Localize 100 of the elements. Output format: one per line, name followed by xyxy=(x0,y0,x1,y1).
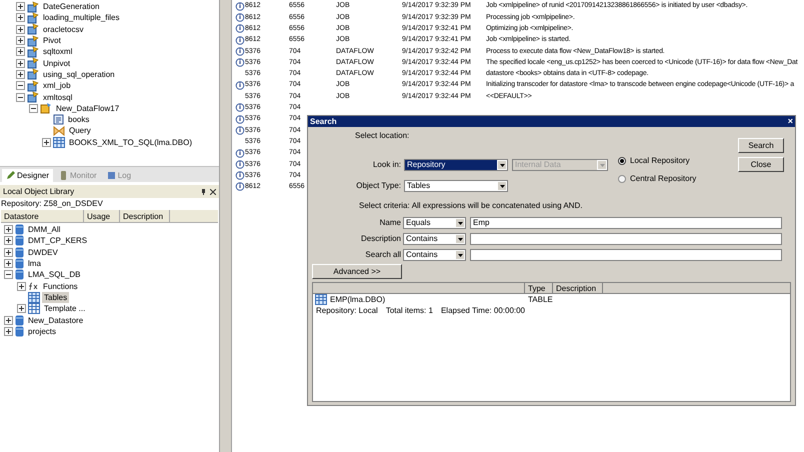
expand-toggle[interactable] xyxy=(17,282,26,291)
input-field[interactable] xyxy=(470,233,782,245)
column-header[interactable]: Description xyxy=(553,283,603,293)
tree-item[interactable]: books xyxy=(66,114,92,126)
expand-toggle[interactable] xyxy=(16,2,25,12)
tree-item[interactable]: using_sql_operation xyxy=(41,68,117,80)
tab-label: Designer xyxy=(17,170,50,182)
database-icon xyxy=(15,258,24,270)
plus-icon xyxy=(43,138,50,146)
radio-button[interactable] xyxy=(618,175,626,183)
tab[interactable]: Designer xyxy=(2,169,54,182)
pencil-icon xyxy=(6,171,15,180)
job-icon xyxy=(27,91,39,104)
section-label: Select criteria: xyxy=(359,200,410,212)
database-icon xyxy=(15,314,24,326)
tree-item[interactable]: oracletocsv xyxy=(41,24,86,35)
tree-item[interactable]: xml_job xyxy=(41,80,73,92)
tree-item[interactable]: New_Datastore xyxy=(26,314,86,326)
expand-toggle[interactable] xyxy=(16,24,25,34)
tree-item[interactable]: DateGeneration xyxy=(41,1,102,12)
job-icon xyxy=(27,46,39,58)
tree-item[interactable]: Query xyxy=(67,125,93,136)
query-icon xyxy=(53,126,65,136)
tree-item[interactable]: New_DataFlow17 xyxy=(54,102,122,114)
job-icon xyxy=(27,12,39,24)
column-header[interactable]: Type xyxy=(525,283,553,293)
plus-icon xyxy=(5,328,12,335)
result-type: TABLE xyxy=(527,294,553,306)
tree-item[interactable]: Tables xyxy=(42,292,70,303)
expand-toggle[interactable] xyxy=(4,248,13,257)
plus-icon xyxy=(17,26,24,33)
tree-item[interactable]: loading_multiple_files xyxy=(41,12,122,24)
expand-toggle[interactable] xyxy=(16,70,25,79)
dropdown[interactable]: Equals xyxy=(403,217,466,229)
database-icon xyxy=(15,326,24,337)
column-header[interactable]: Datastore xyxy=(1,210,84,222)
plus-icon xyxy=(5,248,12,256)
close-icon[interactable] xyxy=(210,188,216,194)
expand-toggle[interactable] xyxy=(42,138,51,147)
plus-icon xyxy=(18,305,25,312)
expand-toggle[interactable] xyxy=(16,13,25,22)
tree-item[interactable]: projects xyxy=(26,326,58,337)
table-icon xyxy=(53,136,65,148)
database-icon xyxy=(15,269,24,280)
advanced-button[interactable]: Advanced >> xyxy=(312,264,402,279)
table-icon xyxy=(28,292,40,303)
dialog-button[interactable]: Search xyxy=(738,138,784,153)
expand-toggle[interactable] xyxy=(16,36,25,46)
close-button[interactable]: × xyxy=(788,117,793,126)
dropdown[interactable]: Contains xyxy=(403,249,466,261)
tree-item[interactable]: Pivot xyxy=(41,35,63,46)
database-icon xyxy=(15,235,24,246)
field-label: Look in: xyxy=(372,159,402,171)
plus-icon xyxy=(5,226,12,234)
tree-item[interactable]: DMM_All xyxy=(26,224,62,236)
pin-icon[interactable] xyxy=(201,188,206,194)
dropdown[interactable]: Tables xyxy=(404,180,508,192)
radio-label: Local Repository xyxy=(630,155,690,167)
tree-item[interactable]: DWDEV xyxy=(26,246,60,258)
status-text: Repository: Local xyxy=(316,305,378,316)
tab-label: Monitor xyxy=(70,170,97,182)
tree-item[interactable]: lma xyxy=(26,258,43,270)
collapse-toggle[interactable] xyxy=(16,92,25,102)
tree-item[interactable]: DMT_CP_KERS xyxy=(26,235,90,246)
expand-toggle[interactable] xyxy=(4,236,13,246)
tree-item[interactable]: Functions xyxy=(41,280,80,292)
dropdown[interactable]: Repository xyxy=(404,159,508,171)
expand-toggle[interactable] xyxy=(4,316,13,325)
input-field[interactable] xyxy=(470,249,782,261)
tree-item[interactable]: xmltosql xyxy=(41,92,74,103)
database-icon xyxy=(15,246,24,258)
traffic-light-icon xyxy=(59,171,68,180)
tree-item[interactable]: Unpivot xyxy=(41,58,72,69)
collapse-toggle[interactable] xyxy=(16,81,25,90)
database-icon xyxy=(15,224,24,236)
tree-item[interactable]: sqltoxml xyxy=(41,46,74,58)
expand-toggle[interactable] xyxy=(16,47,25,56)
plus-icon xyxy=(5,260,12,268)
expand-toggle[interactable] xyxy=(4,326,13,336)
criteria-note: All expressions will be concatenated using AND. xyxy=(412,200,582,212)
collapse-toggle[interactable] xyxy=(29,104,38,113)
collapse-toggle[interactable] xyxy=(4,270,13,280)
column-header[interactable]: Usage xyxy=(84,210,120,222)
plus-icon xyxy=(5,316,12,324)
result-name[interactable]: EMP(lma.DBO) xyxy=(330,294,386,306)
expand-toggle[interactable] xyxy=(4,259,13,268)
input-field[interactable]: Emp xyxy=(470,217,782,229)
expand-toggle[interactable] xyxy=(4,225,13,234)
dropdown[interactable]: Contains xyxy=(403,233,466,245)
radio-button[interactable] xyxy=(618,157,626,165)
field-label: Search all xyxy=(364,249,402,261)
tab-label: Log xyxy=(118,170,132,182)
tree-item[interactable]: LMA_SQL_DB xyxy=(26,269,82,280)
document-icon xyxy=(53,114,64,126)
tree-item[interactable]: Template ... xyxy=(42,303,88,314)
column-header[interactable]: Description xyxy=(120,210,170,222)
expand-toggle[interactable] xyxy=(17,304,26,314)
dialog-button[interactable]: Close xyxy=(738,157,784,172)
expand-toggle[interactable] xyxy=(16,58,25,68)
tree-item[interactable]: BOOKS_XML_TO_SQL(lma.DBO) xyxy=(67,136,194,148)
